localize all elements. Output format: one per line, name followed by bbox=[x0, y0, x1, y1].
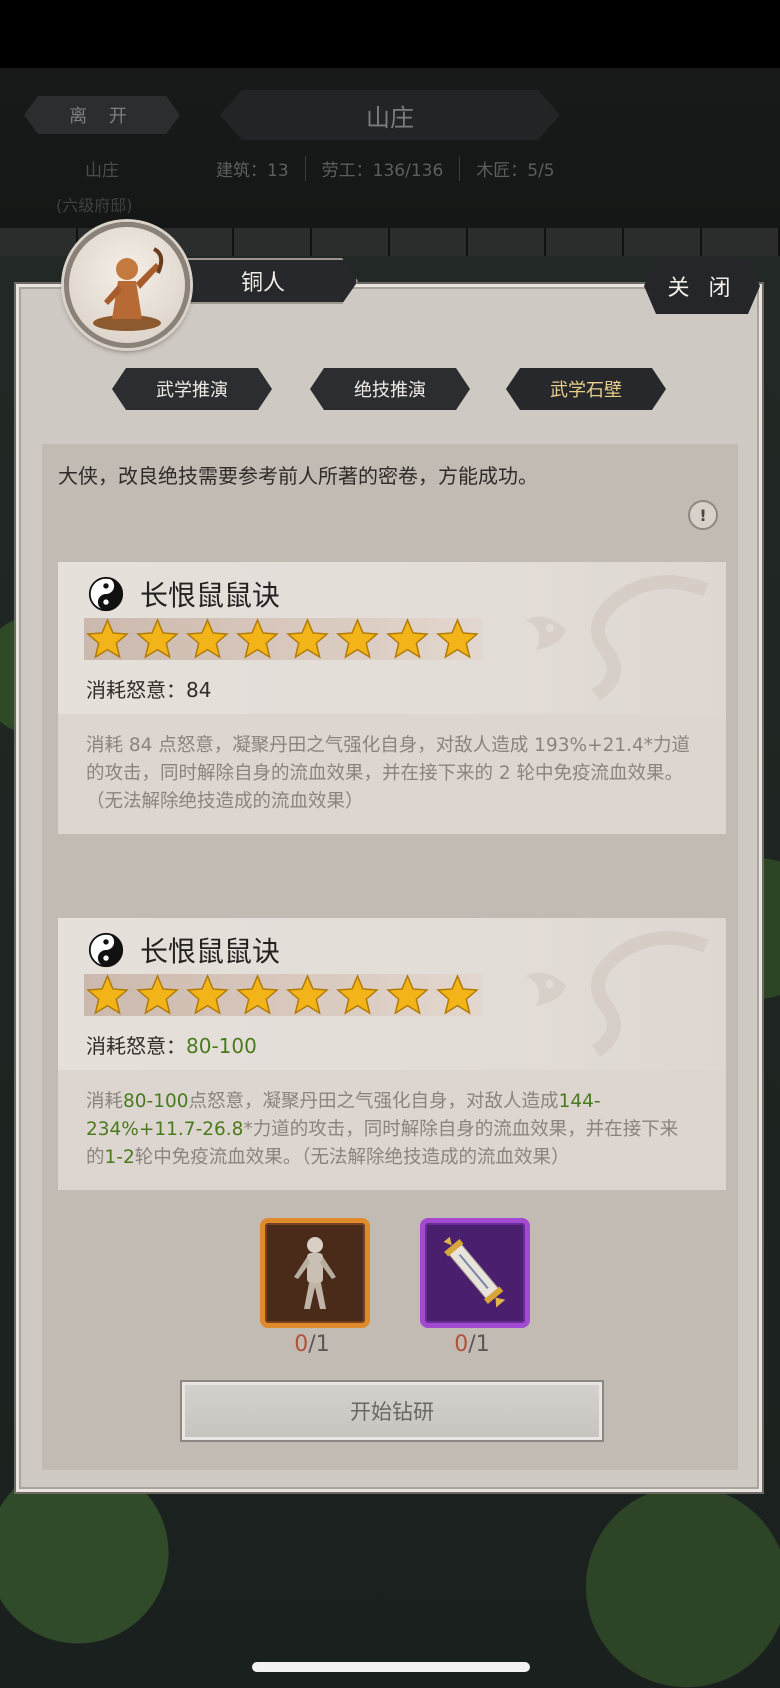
stat-labor: 劳工：136/136 bbox=[306, 156, 461, 181]
skill-card-header: 长恨鼠鼠诀 消耗怒意：84 bbox=[58, 562, 726, 714]
close-button[interactable]: 关 闭 bbox=[644, 258, 760, 314]
dragon-watermark-icon bbox=[526, 575, 709, 701]
star-icon bbox=[86, 617, 129, 659]
rage-cost-label: 消耗怒意： bbox=[86, 1034, 186, 1058]
star-icon bbox=[336, 973, 379, 1015]
start-study-button[interactable]: 开始钻研 bbox=[180, 1380, 604, 1442]
desc-text: 消耗 bbox=[86, 1091, 124, 1112]
skill-card-current: 长恨鼠鼠诀 消耗怒意：84 消耗 84 点怒意，凝聚丹田之气强化自身，对敌人造成… bbox=[58, 562, 726, 834]
rage-cost-value: 84 bbox=[186, 678, 212, 702]
rage-cost: 消耗怒意：84 bbox=[86, 674, 211, 703]
rage-cost-label: 消耗怒意： bbox=[86, 678, 186, 702]
skill-description-text: 消耗 84 点怒意，凝聚丹田之气强化自身，对敌人造成 193%+21.4*力道的… bbox=[86, 735, 691, 812]
bronze-man-portrait-icon bbox=[93, 247, 164, 331]
stat-carpenters: 木匠：5/5 bbox=[476, 161, 555, 181]
star-icon bbox=[286, 617, 329, 659]
desc-text: 点怒意，凝聚丹田之气强化自身，对敌人造成 bbox=[188, 1091, 559, 1112]
dragon-watermark-icon bbox=[526, 931, 709, 1057]
character-avatar bbox=[64, 222, 190, 348]
star-icon bbox=[86, 973, 129, 1015]
star-icon bbox=[136, 973, 179, 1015]
material-count-bronze-figure: 0/1 bbox=[262, 1332, 362, 1357]
estate-level: (六级府邸) bbox=[56, 196, 133, 215]
star-icon bbox=[186, 973, 229, 1015]
yin-yang-icon bbox=[88, 576, 124, 612]
material-need: /1 bbox=[308, 1332, 330, 1357]
star-icon bbox=[386, 617, 429, 659]
leave-button[interactable]: 离 开 bbox=[24, 96, 180, 134]
skill-card-header: 长恨鼠鼠诀 消耗怒意：80-100 bbox=[58, 918, 726, 1070]
material-slot-bronze-figure[interactable] bbox=[260, 1218, 370, 1328]
desc-turns-range: 1-2 bbox=[104, 1147, 135, 1168]
material-slot-scroll[interactable] bbox=[420, 1218, 530, 1328]
skill-card-improved: 长恨鼠鼠诀 消耗怒意：80-100 消耗80-100点怒意，凝聚丹田之气强化自身… bbox=[58, 918, 726, 1190]
desc-text: 轮中免疫流血效果。（无法解除绝技造成的流血效果） bbox=[134, 1147, 570, 1168]
star-icon bbox=[436, 973, 479, 1015]
info-icon[interactable]: ! bbox=[688, 500, 718, 530]
skill-name: 长恨鼠鼠诀 bbox=[140, 579, 281, 612]
skill-name: 长恨鼠鼠诀 bbox=[140, 935, 281, 968]
star-icon bbox=[286, 973, 329, 1015]
skill-description: 消耗 84 点怒意，凝聚丹田之气强化自身，对敌人造成 193%+21.4*力道的… bbox=[86, 732, 696, 816]
character-name-tab: 铜人 bbox=[168, 258, 358, 304]
star-icon bbox=[436, 617, 479, 659]
yin-yang-icon bbox=[88, 932, 124, 968]
stat-buildings: 建筑：13 bbox=[216, 156, 306, 181]
skill-description: 消耗80-100点怒意，凝聚丹田之气强化自身，对敌人造成144-234%+11.… bbox=[86, 1088, 696, 1172]
star-icon bbox=[236, 973, 279, 1015]
star-icon bbox=[336, 617, 379, 659]
notice-text: 大侠，改良绝技需要参考前人所著的密卷，方能成功。 bbox=[58, 464, 538, 488]
material-have: 0 bbox=[454, 1332, 469, 1357]
scroll-icon bbox=[443, 1236, 506, 1308]
desc-rage-range: 80-100 bbox=[123, 1091, 189, 1112]
bronze-figure-icon bbox=[294, 1237, 336, 1309]
tab-martial-deduction[interactable]: 武学推演 bbox=[112, 368, 272, 410]
home-indicator bbox=[252, 1662, 530, 1672]
estate-name: 山庄 bbox=[85, 161, 119, 181]
star-icon bbox=[386, 973, 429, 1015]
material-have: 0 bbox=[294, 1332, 309, 1357]
star-icon bbox=[136, 617, 179, 659]
rage-cost: 消耗怒意：80-100 bbox=[86, 1030, 257, 1059]
tab-ultimate-deduction[interactable]: 绝技推演 bbox=[310, 368, 470, 410]
estate-stats: 建筑：13 劳工：136/136 木匠：5/5 bbox=[216, 156, 571, 181]
estate-title: 山庄 bbox=[220, 90, 560, 140]
rage-cost-value: 80-100 bbox=[186, 1034, 257, 1058]
star-rating bbox=[84, 617, 482, 660]
star-icon bbox=[236, 617, 279, 659]
material-count-scroll: 0/1 bbox=[422, 1332, 522, 1357]
tab-martial-stone-wall[interactable]: 武学石壁 bbox=[506, 368, 666, 410]
top-status-bar bbox=[0, 0, 780, 68]
star-icon bbox=[186, 617, 229, 659]
material-need: /1 bbox=[468, 1332, 490, 1357]
star-rating bbox=[84, 973, 482, 1016]
